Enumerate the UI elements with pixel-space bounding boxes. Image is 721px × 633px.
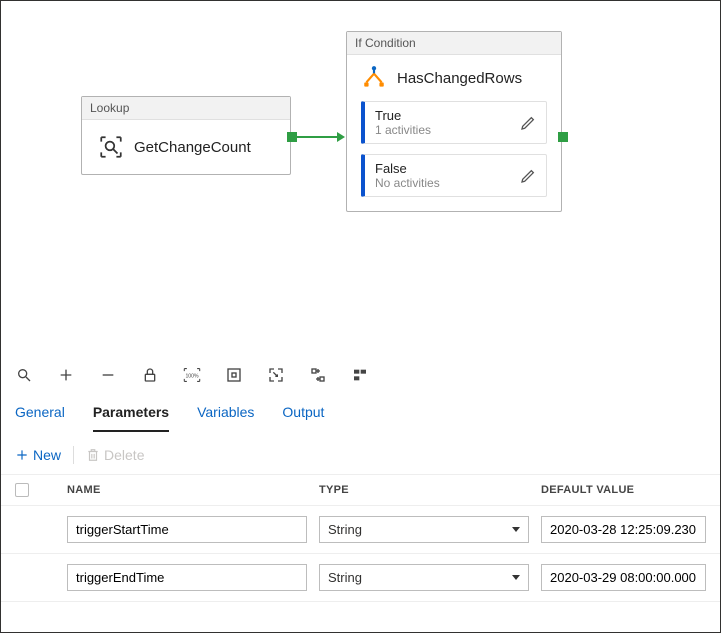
- chevron-down-icon: [512, 527, 520, 532]
- branch-label: True: [375, 108, 431, 123]
- edit-icon[interactable]: [520, 115, 536, 131]
- if-condition-icon: [361, 65, 387, 91]
- param-type-select[interactable]: String: [319, 564, 529, 591]
- zoom-in-icon[interactable]: [57, 366, 75, 384]
- tab-output[interactable]: Output: [282, 398, 324, 432]
- edit-icon[interactable]: [520, 168, 536, 184]
- divider: [73, 446, 74, 464]
- branch-sub: No activities: [375, 176, 440, 190]
- fullscreen-icon[interactable]: [267, 366, 285, 384]
- param-default-input[interactable]: [541, 564, 706, 591]
- lock-icon[interactable]: [141, 366, 159, 384]
- align-icon[interactable]: [351, 366, 369, 384]
- table-row: String: [1, 506, 720, 554]
- tab-variables[interactable]: Variables: [197, 398, 254, 432]
- activity-title: HasChangedRows: [397, 70, 522, 87]
- pipeline-canvas[interactable]: Lookup GetChangeCount If Condition: [1, 1, 720, 356]
- branch-label: False: [375, 161, 440, 176]
- lookup-icon: [98, 134, 124, 160]
- delete-button: Delete: [86, 447, 144, 463]
- connector-arrow: [297, 136, 337, 138]
- canvas-toolbar: 100%: [1, 356, 720, 392]
- tab-general[interactable]: General: [15, 398, 65, 432]
- table-header: NAME TYPE DEFAULT VALUE: [1, 474, 720, 506]
- select-all-checkbox[interactable]: [15, 483, 29, 497]
- tab-parameters[interactable]: Parameters: [93, 398, 169, 432]
- param-type-select[interactable]: String: [319, 516, 529, 543]
- zoom-reset-icon[interactable]: 100%: [183, 366, 201, 384]
- parameter-actions: New Delete: [1, 432, 720, 474]
- search-icon[interactable]: [15, 366, 33, 384]
- connector-out: [558, 132, 568, 142]
- zoom-out-icon[interactable]: [99, 366, 117, 384]
- branch-sub: 1 activities: [375, 123, 431, 137]
- chevron-down-icon: [512, 575, 520, 580]
- col-type: TYPE: [319, 484, 529, 496]
- connector-out: [287, 132, 297, 142]
- new-button[interactable]: New: [15, 447, 61, 463]
- new-button-label: New: [33, 447, 61, 463]
- activity-type-label: If Condition: [347, 32, 561, 55]
- delete-button-label: Delete: [104, 447, 144, 463]
- if-false-branch[interactable]: False No activities: [361, 154, 547, 197]
- param-default-input[interactable]: [541, 516, 706, 543]
- col-name: NAME: [67, 484, 307, 496]
- fit-icon[interactable]: [225, 366, 243, 384]
- select-value: String: [328, 570, 362, 585]
- activity-lookup[interactable]: Lookup GetChangeCount: [81, 96, 291, 175]
- arrow-head-icon: [337, 132, 345, 142]
- activity-if-condition[interactable]: If Condition HasChangedRows: [346, 31, 562, 212]
- auto-arrange-icon[interactable]: [309, 366, 327, 384]
- activity-title: GetChangeCount: [134, 139, 251, 156]
- col-default: DEFAULT VALUE: [541, 484, 706, 496]
- param-name-input[interactable]: [67, 516, 307, 543]
- if-true-branch[interactable]: True 1 activities: [361, 101, 547, 144]
- svg-text:100%: 100%: [185, 374, 199, 380]
- table-row: String: [1, 554, 720, 602]
- activity-type-label: Lookup: [82, 97, 290, 120]
- tabs: General Parameters Variables Output: [1, 392, 720, 432]
- param-name-input[interactable]: [67, 564, 307, 591]
- select-value: String: [328, 522, 362, 537]
